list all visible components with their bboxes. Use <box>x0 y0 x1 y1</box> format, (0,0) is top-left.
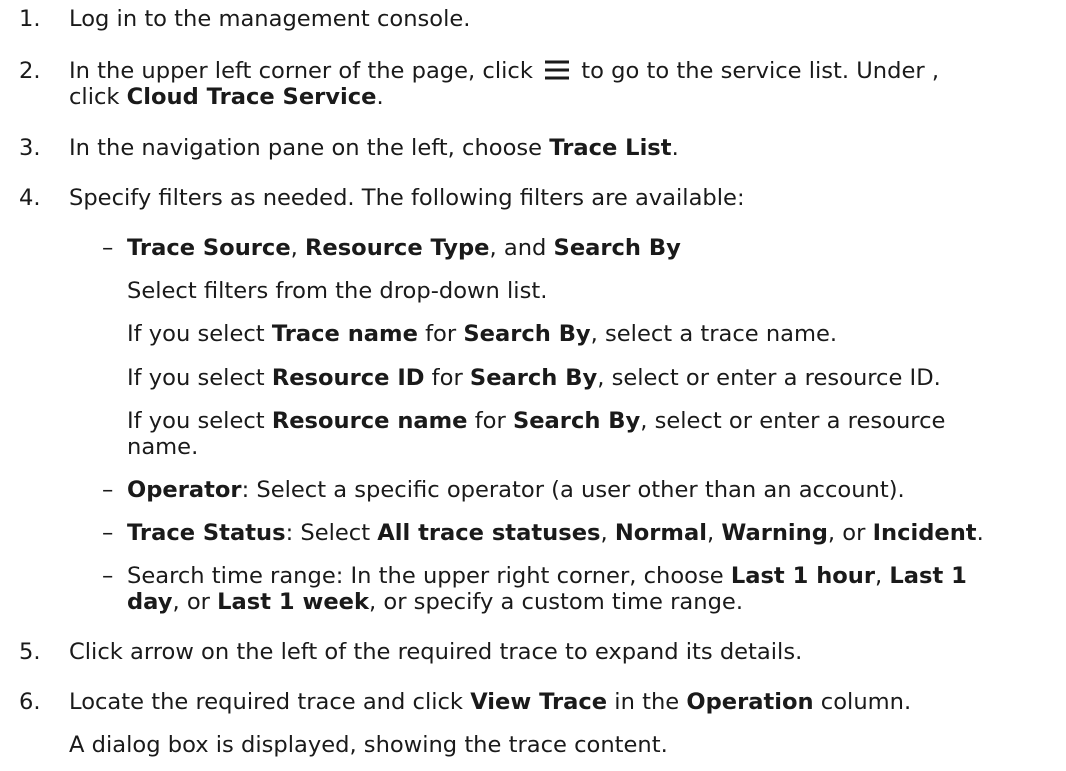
step-1-text: Log in to the management console. <box>69 6 471 32</box>
bold-term: All trace statuses <box>377 520 601 546</box>
bold-term: Trace name <box>271 321 418 347</box>
bold-term: day <box>127 589 173 615</box>
bold-term: Incident <box>872 520 977 546</box>
bold-term: Last 1 <box>889 563 967 589</box>
filter-4-text-cont: day, or Last 1 week, or specify a custom… <box>127 589 744 615</box>
step-5-number: 5. <box>19 639 41 665</box>
bold-term: Trace Status <box>127 520 286 546</box>
filter-1-sub-2: If you select Trace name for Search By, … <box>127 321 838 347</box>
bold-term: Search By <box>463 321 591 347</box>
step-2-text-cont: click Cloud Trace Service. <box>69 84 384 110</box>
menu-icon <box>544 59 570 89</box>
step-6-number: 6. <box>19 689 41 715</box>
filter-2-bullet: – <box>102 477 114 503</box>
filter-1-bullet: – <box>102 235 114 261</box>
filter-1-sub-3: If you select Resource ID for Search By,… <box>127 365 941 391</box>
bold-term: Normal <box>614 520 707 546</box>
bold-term: Last 1 week <box>217 589 370 615</box>
step-6-note: A dialog box is displayed, showing the t… <box>69 732 668 758</box>
step-3-number: 3. <box>19 135 41 161</box>
bold-term: Trace Source <box>127 235 291 261</box>
filter-1-sub-4: If you select Resource name for Search B… <box>127 408 946 434</box>
document-page: 1. Log in to the management console. 2. … <box>0 0 1066 771</box>
filter-1-text: Trace Source, Resource Type, and Search … <box>127 235 681 261</box>
filter-3-text: Trace Status: Select All trace statuses,… <box>127 520 984 546</box>
bold-term: Trace List <box>549 135 672 161</box>
step-4-text: Specify filters as needed. The following… <box>69 185 745 211</box>
bold-term: Search By <box>553 235 681 261</box>
filter-2-text: Operator: Select a specific operator (a … <box>127 477 905 503</box>
step-3-text: In the navigation pane on the left, choo… <box>69 135 679 161</box>
bold-term: Operation <box>686 689 814 715</box>
bold-term: Search By <box>512 408 641 434</box>
step-4-number: 4. <box>19 185 41 211</box>
filter-4-bullet: – <box>102 563 114 589</box>
bold-term: Resource name <box>271 408 468 434</box>
step-1-number: 1. <box>19 6 41 32</box>
filter-1-sub-1: Select filters from the drop-down list. <box>127 278 548 304</box>
step-2-number: 2. <box>19 58 41 84</box>
bold-term: Warning <box>721 520 828 546</box>
bold-term: Cloud Trace Service <box>126 84 377 110</box>
filter-3-bullet: – <box>102 520 114 546</box>
bold-term: Operator <box>127 477 242 503</box>
bold-term: Last 1 hour <box>730 563 876 589</box>
step-5-text: Click arrow on the left of the required … <box>69 639 803 665</box>
bold-term: Search By <box>469 365 598 391</box>
bold-term: Resource Type <box>305 235 490 261</box>
bold-term: Resource ID <box>271 365 425 391</box>
step-6-text: Locate the required trace and click View… <box>69 689 912 715</box>
filter-1-sub-5: name. <box>127 434 199 460</box>
bold-term: View Trace <box>470 689 608 715</box>
